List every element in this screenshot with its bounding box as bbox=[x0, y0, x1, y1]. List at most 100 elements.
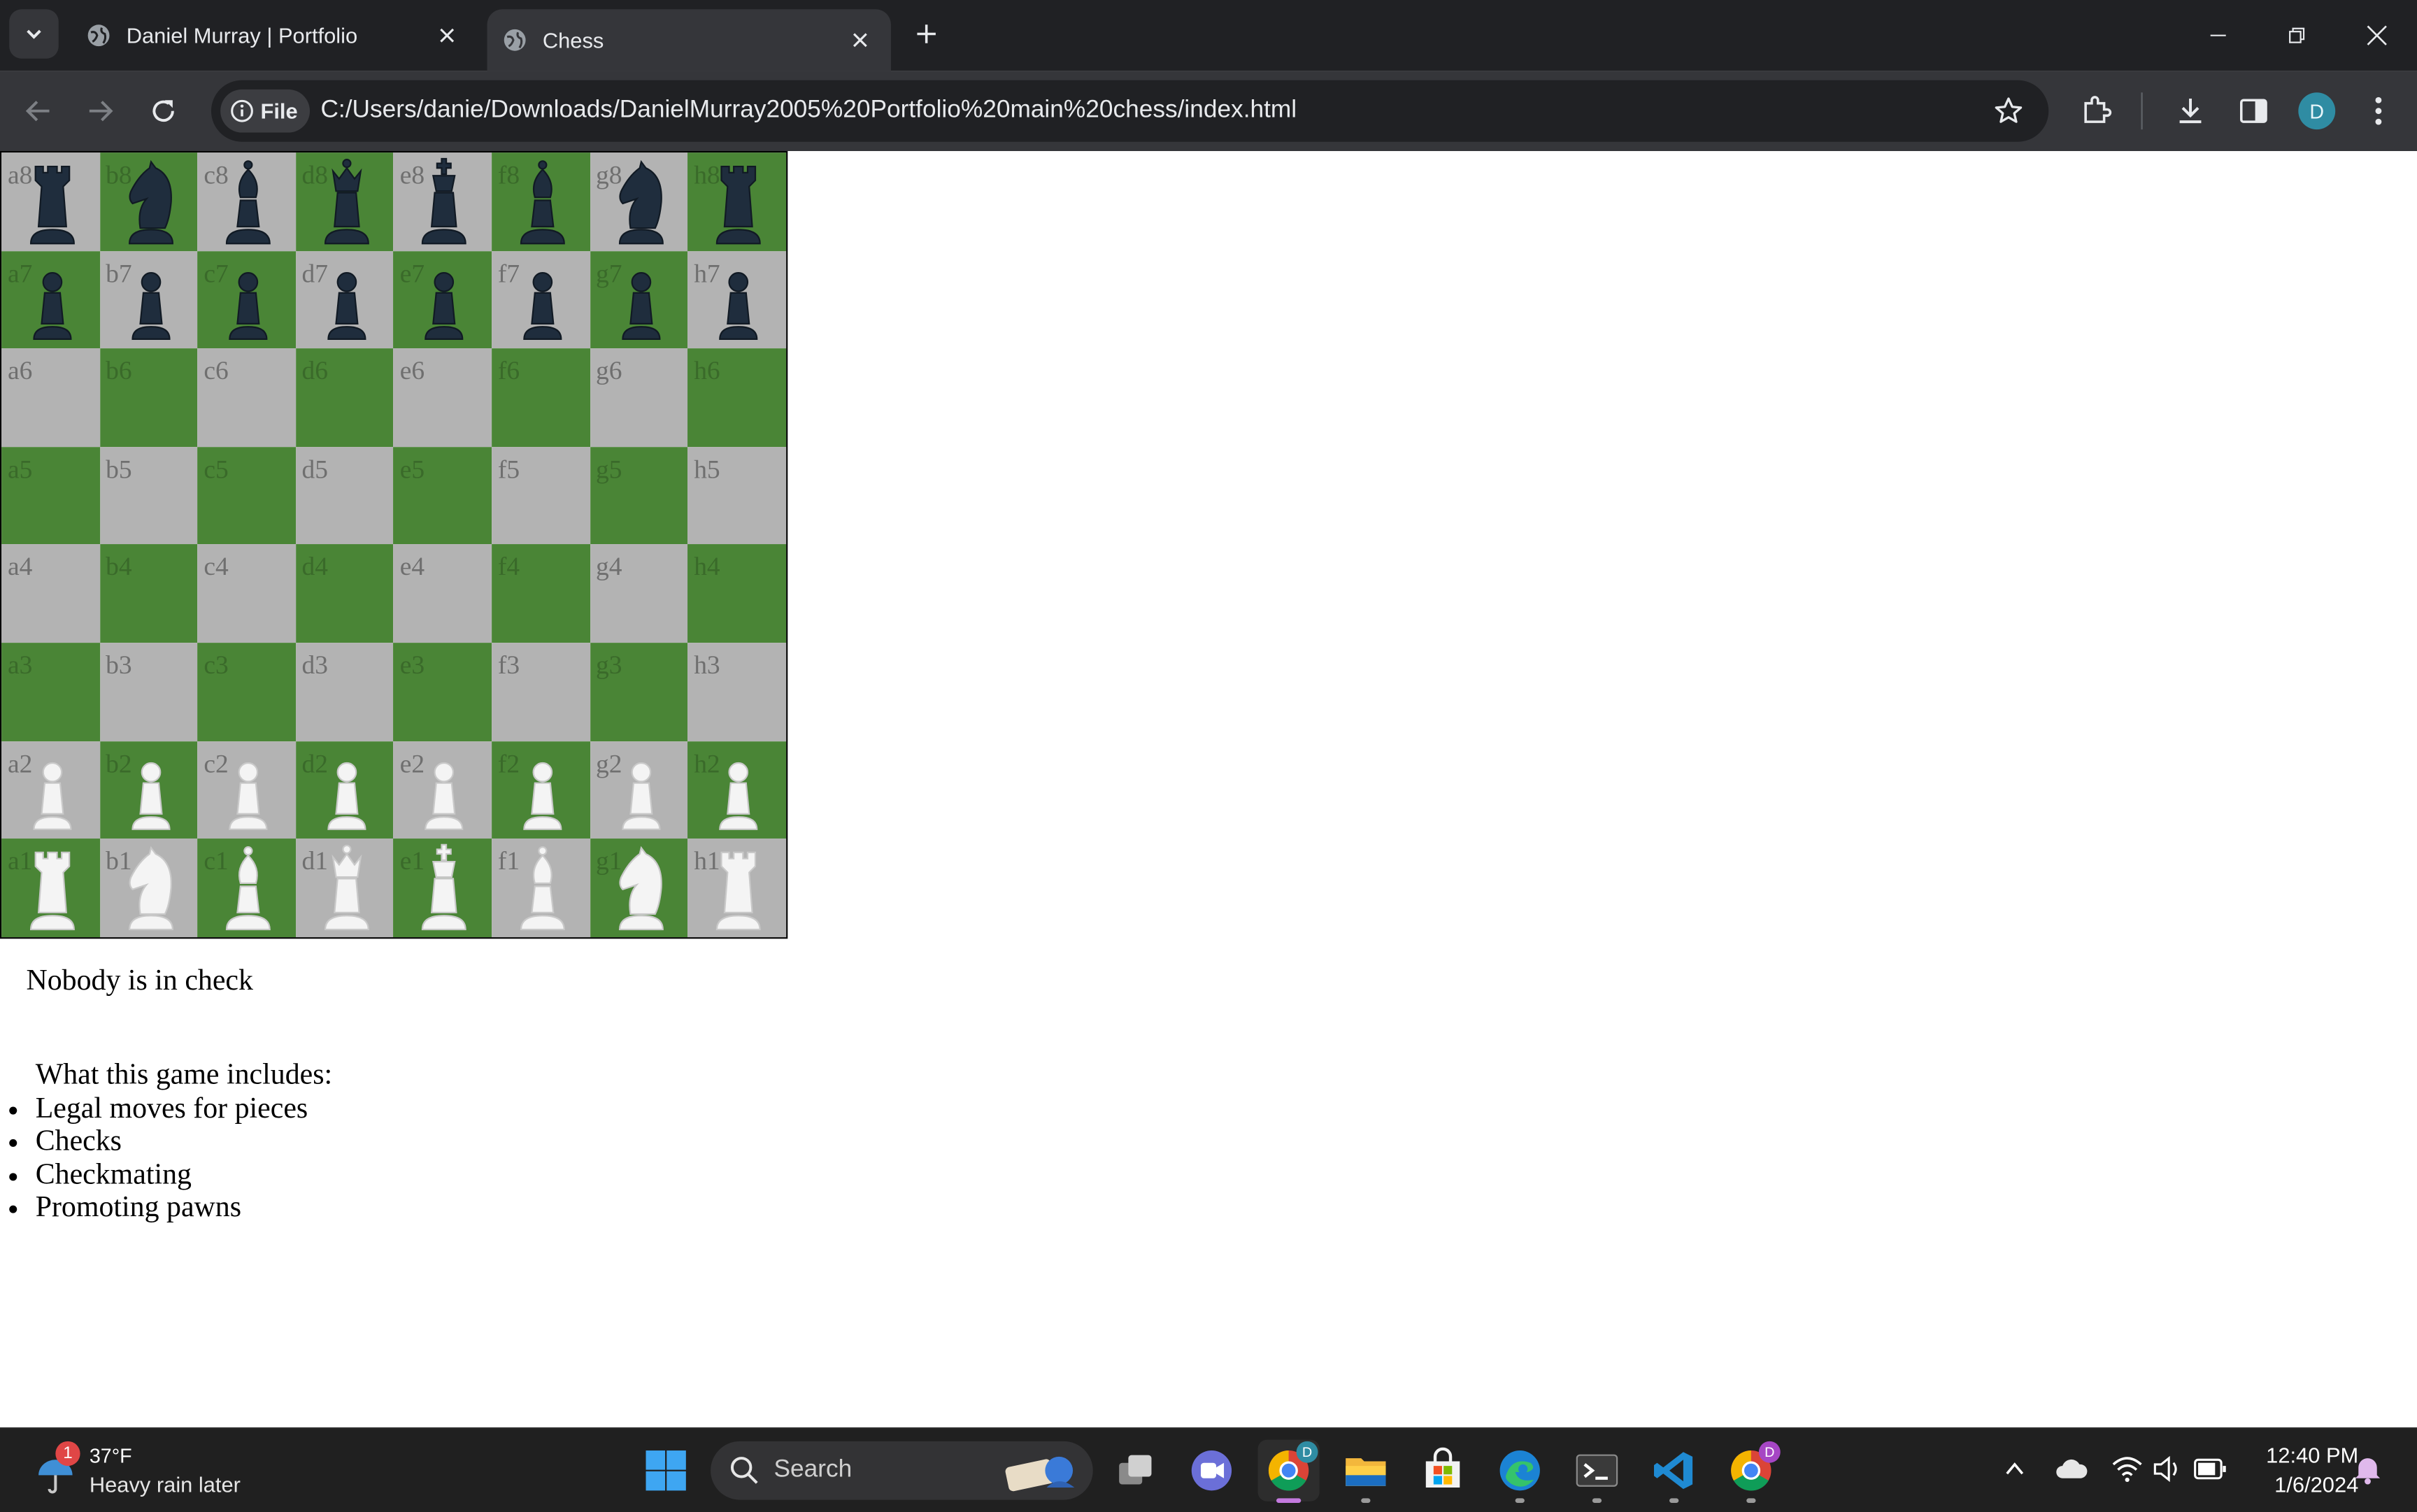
square-e3[interactable]: e3 bbox=[393, 643, 492, 741]
white-king-icon[interactable] bbox=[408, 843, 482, 933]
white-bishop-icon[interactable] bbox=[506, 843, 580, 933]
square-g4[interactable]: g4 bbox=[590, 544, 688, 643]
vscode-button[interactable] bbox=[1644, 1440, 1705, 1503]
square-h1[interactable]: h1 bbox=[687, 839, 786, 937]
square-b7[interactable]: b7 bbox=[99, 250, 198, 349]
white-pawn-icon[interactable] bbox=[604, 746, 678, 835]
square-e4[interactable]: e4 bbox=[393, 544, 492, 643]
terminal-button[interactable] bbox=[1566, 1440, 1627, 1503]
square-f4[interactable]: f4 bbox=[492, 544, 590, 643]
store-button[interactable] bbox=[1412, 1440, 1474, 1502]
square-d8[interactable]: d8 bbox=[295, 152, 394, 251]
downloads-button[interactable] bbox=[2170, 91, 2210, 131]
square-g3[interactable]: g3 bbox=[590, 643, 688, 741]
square-a7[interactable]: a7 bbox=[1, 250, 100, 349]
square-c1[interactable]: c1 bbox=[197, 839, 296, 937]
square-g2[interactable]: g2 bbox=[590, 741, 688, 839]
square-f2[interactable]: f2 bbox=[492, 741, 590, 839]
square-e2[interactable]: e2 bbox=[393, 741, 492, 839]
white-queen-icon[interactable] bbox=[310, 843, 384, 933]
white-pawn-icon[interactable] bbox=[15, 746, 90, 835]
square-c2[interactable]: c2 bbox=[197, 741, 296, 839]
square-a5[interactable]: a5 bbox=[1, 446, 100, 545]
task-view-button[interactable] bbox=[1105, 1440, 1167, 1502]
white-bishop-icon[interactable] bbox=[211, 843, 285, 933]
black-bishop-icon[interactable] bbox=[211, 157, 285, 247]
square-d4[interactable]: d4 bbox=[295, 544, 394, 643]
black-pawn-icon[interactable] bbox=[310, 255, 384, 345]
square-d5[interactable]: d5 bbox=[295, 446, 394, 545]
chess-board[interactable]: a8 b8 c8 d8 e8 f8 g8 h8 a7 b7 c7 d7 e7 f7 g7 h7 a6 b6 c6 d6… bbox=[0, 151, 788, 939]
notifications-button[interactable] bbox=[2349, 1450, 2386, 1488]
extensions-button[interactable] bbox=[2076, 91, 2116, 131]
restore-button[interactable] bbox=[2258, 0, 2335, 71]
square-f3[interactable]: f3 bbox=[492, 643, 590, 741]
square-d2[interactable]: d2 bbox=[295, 741, 394, 839]
square-h5[interactable]: h5 bbox=[687, 446, 786, 545]
close-tab-icon[interactable] bbox=[848, 28, 872, 52]
edge-button[interactable] bbox=[1489, 1440, 1550, 1503]
square-c8[interactable]: c8 bbox=[197, 152, 296, 251]
clock[interactable]: 12:40 PM 1/6/2024 bbox=[2235, 1441, 2358, 1500]
square-h7[interactable]: h7 bbox=[687, 250, 786, 349]
black-knight-icon[interactable] bbox=[604, 157, 678, 247]
square-c4[interactable]: c4 bbox=[197, 544, 296, 643]
volume-button[interactable] bbox=[2149, 1450, 2186, 1488]
square-e8[interactable]: e8 bbox=[393, 152, 492, 251]
white-pawn-icon[interactable] bbox=[701, 746, 776, 835]
white-knight-icon[interactable] bbox=[604, 843, 678, 933]
square-f7[interactable]: f7 bbox=[492, 250, 590, 349]
weather-widget[interactable]: 1 37°F Heavy rain later bbox=[34, 1441, 280, 1503]
onedrive-button[interactable] bbox=[2053, 1450, 2090, 1488]
square-e1[interactable]: e1 bbox=[393, 839, 492, 937]
black-rook-icon[interactable] bbox=[701, 157, 776, 247]
tab-portfolio[interactable]: Daniel Murray | Portfolio bbox=[71, 0, 478, 71]
close-window-button[interactable] bbox=[2339, 0, 2416, 71]
wifi-button[interactable] bbox=[2109, 1450, 2146, 1488]
square-a1[interactable]: a1 bbox=[1, 839, 100, 937]
square-g6[interactable]: g6 bbox=[590, 348, 688, 447]
close-tab-icon[interactable] bbox=[435, 23, 459, 48]
profile-avatar[interactable]: D bbox=[2298, 92, 2336, 130]
white-knight-icon[interactable] bbox=[113, 843, 187, 933]
square-f5[interactable]: f5 bbox=[492, 446, 590, 545]
square-g1[interactable]: g1 bbox=[590, 839, 688, 937]
square-g5[interactable]: g5 bbox=[590, 446, 688, 545]
black-queen-icon[interactable] bbox=[310, 157, 384, 247]
square-h6[interactable]: h6 bbox=[687, 348, 786, 447]
black-bishop-icon[interactable] bbox=[506, 157, 580, 247]
teams-chat-button[interactable] bbox=[1181, 1440, 1242, 1502]
minimize-button[interactable] bbox=[2180, 0, 2257, 71]
square-e6[interactable]: e6 bbox=[393, 348, 492, 447]
reload-button[interactable] bbox=[141, 88, 187, 134]
square-h8[interactable]: h8 bbox=[687, 152, 786, 251]
side-panel-button[interactable] bbox=[2234, 91, 2274, 131]
white-pawn-icon[interactable] bbox=[506, 746, 580, 835]
menu-button[interactable] bbox=[2358, 91, 2398, 131]
black-pawn-icon[interactable] bbox=[15, 255, 90, 345]
square-e7[interactable]: e7 bbox=[393, 250, 492, 349]
square-h2[interactable]: h2 bbox=[687, 741, 786, 839]
square-a6[interactable]: a6 bbox=[1, 348, 100, 447]
square-h4[interactable]: h4 bbox=[687, 544, 786, 643]
address-bar[interactable]: File C:/Users/danie/Downloads/DanielMurr… bbox=[211, 80, 2049, 142]
white-pawn-icon[interactable] bbox=[408, 746, 482, 835]
black-pawn-icon[interactable] bbox=[604, 255, 678, 345]
square-d3[interactable]: d3 bbox=[295, 643, 394, 741]
chrome-profile-button[interactable]: D bbox=[1720, 1440, 1782, 1503]
square-c6[interactable]: c6 bbox=[197, 348, 296, 447]
square-g7[interactable]: g7 bbox=[590, 250, 688, 349]
chrome-taskbar-button[interactable]: D bbox=[1257, 1439, 1320, 1503]
black-rook-icon[interactable] bbox=[15, 157, 90, 247]
white-pawn-icon[interactable] bbox=[310, 746, 384, 835]
square-a8[interactable]: a8 bbox=[1, 152, 100, 251]
site-info-chip[interactable]: File bbox=[220, 89, 311, 133]
white-pawn-icon[interactable] bbox=[113, 746, 187, 835]
square-e5[interactable]: e5 bbox=[393, 446, 492, 545]
white-pawn-icon[interactable] bbox=[211, 746, 285, 835]
square-b3[interactable]: b3 bbox=[99, 643, 198, 741]
square-f1[interactable]: f1 bbox=[492, 839, 590, 937]
square-g8[interactable]: g8 bbox=[590, 152, 688, 251]
black-knight-icon[interactable] bbox=[113, 157, 187, 247]
show-hidden-icons-button[interactable] bbox=[1996, 1450, 2033, 1488]
